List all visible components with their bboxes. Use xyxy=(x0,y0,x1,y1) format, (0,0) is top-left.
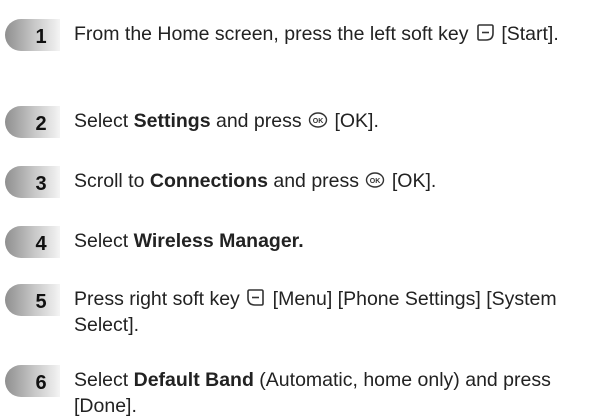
step-5: 5 Press right soft key [Menu] [Phone Set… xyxy=(0,283,596,343)
step-instruction: Press right soft key [Menu] [Phone Setti… xyxy=(74,286,584,338)
step-text: Select xyxy=(74,230,134,252)
step-text: Press right soft key xyxy=(74,288,246,310)
step-number: 6 xyxy=(35,372,46,394)
step-number: 1 xyxy=(35,26,46,48)
step-instruction: Scroll to Connections and press OK [OK]. xyxy=(74,168,584,194)
step-instruction: Select Settings and press OK [OK]. xyxy=(74,108,584,134)
step-number: 4 xyxy=(35,233,47,255)
step-4: 4 Select Wireless Manager. xyxy=(0,225,596,261)
step-bold-text: Connections xyxy=(149,170,268,192)
step-text: Scroll to xyxy=(74,170,150,192)
step-number-badge-2: 2 xyxy=(4,105,60,139)
ok-key-icon: OK xyxy=(308,110,328,130)
left-soft-key-icon xyxy=(475,23,495,43)
ok-key-icon: OK xyxy=(365,170,385,190)
step-number: 5 xyxy=(35,291,46,313)
step-number-badge-1: 1 xyxy=(4,18,60,52)
step-number: 3 xyxy=(35,173,46,195)
step-text: From the Home screen, press the left sof… xyxy=(74,23,474,45)
step-number-badge-6: 6 xyxy=(4,364,60,398)
step-instruction: Select Default Band (Automatic, home onl… xyxy=(74,367,584,419)
right-soft-key-icon xyxy=(246,288,266,308)
step-number-badge-4: 4 xyxy=(4,225,60,259)
step-text: [Start]. xyxy=(495,23,559,45)
step-instruction: From the Home screen, press the left sof… xyxy=(74,21,584,47)
step-3: 3 Scroll to Connections and press OK [OK… xyxy=(0,165,596,201)
svg-text:OK: OK xyxy=(313,118,324,125)
step-bold-text: Default Band xyxy=(133,369,254,391)
step-text: [OK]. xyxy=(329,110,379,132)
step-number: 2 xyxy=(35,113,46,135)
step-bold-text: Wireless Manager. xyxy=(133,230,304,252)
step-6: 6 Select Default Band (Automatic, home o… xyxy=(0,364,596,419)
step-instruction: Select Wireless Manager. xyxy=(74,228,584,254)
svg-text:OK: OK xyxy=(370,178,381,185)
step-number-badge-3: 3 xyxy=(4,165,60,199)
step-text: and press xyxy=(210,110,308,132)
step-number-badge-5: 5 xyxy=(4,283,60,317)
step-2: 2 Select Settings and press OK [OK]. xyxy=(0,105,596,141)
step-text: [OK]. xyxy=(386,170,437,192)
step-1: 1 From the Home screen, press the left s… xyxy=(0,18,596,78)
step-text: and press xyxy=(267,170,365,192)
step-bold-text: Settings xyxy=(133,110,211,132)
step-list: 1 From the Home screen, press the left s… xyxy=(0,0,596,419)
step-text: Select xyxy=(74,110,134,132)
step-text: Select xyxy=(74,369,134,391)
